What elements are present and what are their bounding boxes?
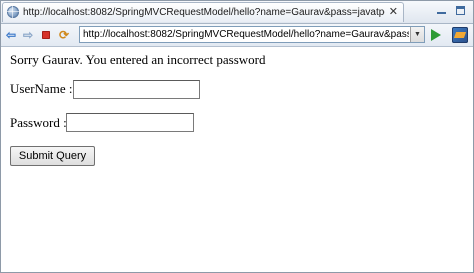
- close-icon[interactable]: ✕: [389, 5, 398, 19]
- stop-icon[interactable]: [39, 28, 53, 42]
- maximize-icon[interactable]: [456, 6, 465, 15]
- username-label: UserName :: [10, 81, 73, 96]
- globe-icon: [7, 6, 19, 18]
- forward-arrow-icon[interactable]: ⇨: [21, 28, 35, 42]
- browser-window: http://localhost:8082/SpringMVCRequestMo…: [0, 0, 474, 273]
- password-label: Password :: [10, 115, 67, 130]
- tab-strip: http://localhost:8082/SpringMVCRequestMo…: [1, 1, 473, 24]
- username-input[interactable]: [73, 80, 200, 99]
- submit-query-button[interactable]: Submit Query: [10, 146, 95, 166]
- address-bar-url[interactable]: http://localhost:8082/SpringMVCRequestMo…: [83, 28, 409, 41]
- eclipse-extension-icon[interactable]: [452, 27, 468, 43]
- minimize-icon[interactable]: [437, 6, 446, 14]
- password-input[interactable]: [66, 113, 194, 132]
- navigation-toolbar: ⇦ ⇨ ⟳ http://localhost:8082/SpringMVCReq…: [1, 24, 473, 47]
- refresh-icon[interactable]: ⟳: [57, 28, 71, 42]
- browser-tab[interactable]: http://localhost:8082/SpringMVCRequestMo…: [2, 2, 404, 22]
- tab-title: http://localhost:8082/SpringMVCRequestMo…: [23, 7, 385, 18]
- chevron-down-icon[interactable]: ▼: [410, 27, 424, 42]
- address-bar[interactable]: http://localhost:8082/SpringMVCRequestMo…: [79, 26, 425, 43]
- back-arrow-icon[interactable]: ⇦: [4, 28, 18, 42]
- go-arrow-icon[interactable]: [431, 29, 441, 41]
- error-message: Sorry Gaurav. You entered an incorrect p…: [10, 52, 266, 67]
- page-content: Sorry Gaurav. You entered an incorrect p…: [1, 47, 473, 272]
